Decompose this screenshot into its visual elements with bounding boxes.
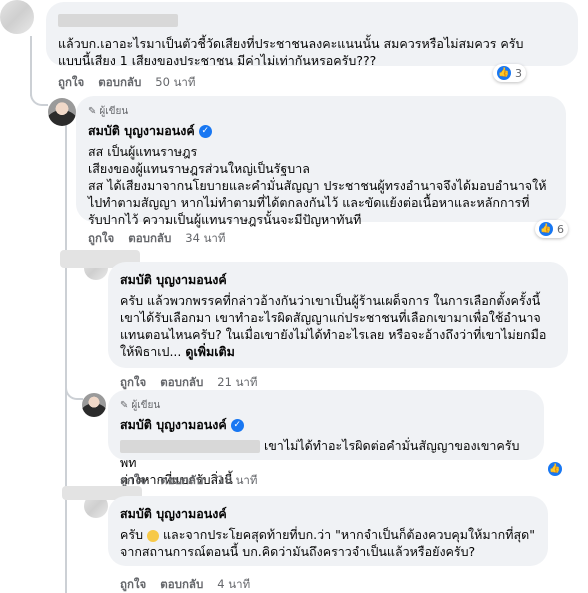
author-badge: ✎ ผู้เขียน bbox=[120, 400, 161, 411]
comment-text: สส เป็นผู้แทนราษฎร เสียงของผู้แทนราษฎรส่… bbox=[88, 144, 547, 227]
author-name[interactable]: สมบัติ บุญงามอนงค์ bbox=[120, 504, 227, 524]
thread-line bbox=[65, 124, 67, 593]
author-badge: ✎ ผู้เขียน bbox=[88, 106, 129, 117]
avatar[interactable] bbox=[82, 393, 106, 417]
like-thumb-icon[interactable]: 👍 bbox=[548, 462, 562, 476]
comment-actions: ถูกใจ ตอบกลับ 50 นาที bbox=[58, 74, 195, 92]
author-name[interactable]: สมบัติ บุญงามอนงค์ bbox=[120, 415, 227, 435]
blurred-author-name[interactable] bbox=[58, 10, 566, 29]
like-thumb-icon: 👍 bbox=[497, 66, 511, 80]
comment-actions: ถูกใจ ตอบกลับ 4 นาที bbox=[120, 576, 250, 593]
comment-text: ครับ แล้วพวกพรรคที่กล่าวอ้างกันว่าเขาเป็… bbox=[120, 293, 547, 359]
timestamp[interactable]: 34 นาที bbox=[185, 230, 225, 248]
timestamp[interactable]: 4 นาที bbox=[217, 576, 250, 593]
like-button[interactable]: ถูกใจ bbox=[58, 74, 84, 92]
like-thumb-icon: 👍 bbox=[539, 222, 553, 236]
author-name[interactable]: สมบัติ บุญงามอนงค์ bbox=[120, 270, 227, 290]
comment-bubble: สมบัติ บุญงามอนงค์ ครับ แล้วพวกพรรคที่กล… bbox=[108, 262, 568, 368]
comment-bubble: ✎ ผู้เขียน สมบัติ บุญงามอนงค์ ✓ เขาไม่ได… bbox=[108, 390, 544, 487]
comment-bubble: ✎ ผู้เขียน สมบัติ บุญงามอนงค์ ✓ สส เป็นผ… bbox=[76, 96, 566, 227]
like-button[interactable]: ถูกใจ bbox=[120, 576, 146, 593]
comment-actions: ถูกใจ ตอบกลับ 34 นาที bbox=[88, 230, 225, 248]
verified-check-icon: ✓ bbox=[198, 124, 212, 138]
pencil-icon: ✎ bbox=[88, 106, 97, 117]
thread-connector bbox=[65, 370, 83, 400]
smile-emoji-icon bbox=[147, 529, 159, 542]
comment-text: แล้วบก.เอาอะไรมาเป็นตัวชี้วัดเสียงที่ประ… bbox=[58, 36, 524, 68]
avatar[interactable] bbox=[48, 98, 76, 126]
timestamp[interactable]: 50 นาที bbox=[155, 74, 195, 92]
verified-check-icon: ✓ bbox=[230, 418, 244, 432]
pencil-icon: ✎ bbox=[120, 400, 129, 411]
comment-text: ครับ และจากประโยคสุดท้ายที่บก.ว่า "หากจำ… bbox=[120, 527, 535, 559]
reply-button[interactable]: ตอบกลับ bbox=[128, 230, 171, 248]
reply-button[interactable]: ตอบกลับ bbox=[98, 74, 141, 92]
timestamp[interactable]: 18 นาที bbox=[217, 472, 257, 490]
blurred-mention[interactable] bbox=[120, 440, 260, 453]
see-more-link[interactable]: ดูเพิ่มเติม bbox=[185, 344, 235, 359]
author-name[interactable]: สมบัติ บุญงามอนงค์ bbox=[88, 121, 195, 141]
reply-button[interactable]: ตอบกลับ bbox=[160, 472, 203, 490]
like-button[interactable]: ถูกใจ bbox=[88, 230, 114, 248]
comment-bubble: แล้วบก.เอาอะไรมาเป็นตัวชี้วัดเสียงที่ประ… bbox=[46, 2, 578, 68]
reply-button[interactable]: ตอบกลับ bbox=[160, 576, 203, 593]
avatar[interactable] bbox=[0, 0, 34, 34]
comment-bubble: สมบัติ บุญงามอนงค์ ครับ และจากประโยคสุดท… bbox=[108, 496, 548, 566]
reaction-count[interactable]: 👍 6 bbox=[535, 220, 568, 238]
thread-connector bbox=[30, 86, 48, 106]
reaction-count[interactable]: 👍 3 bbox=[493, 64, 526, 82]
